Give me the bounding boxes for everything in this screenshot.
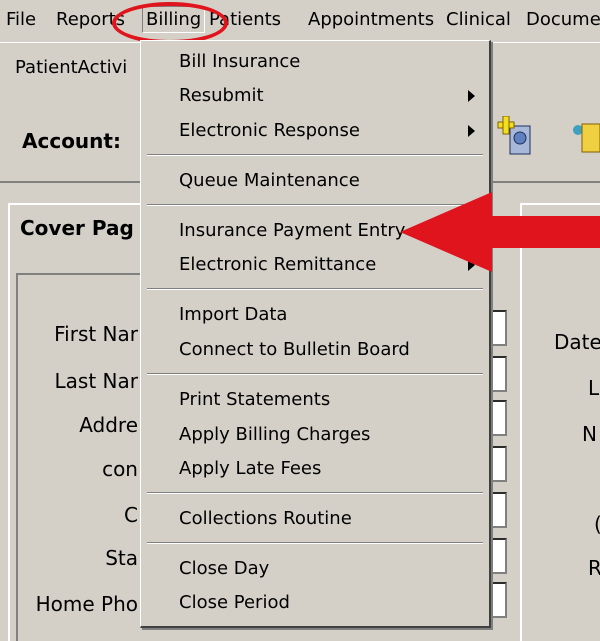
patient-info-icon[interactable] [572,116,600,160]
menu-item-bill-insurance[interactable]: Bill Insurance [179,51,300,72]
menu-item-queue-maintenance[interactable]: Queue Maintenance [179,170,360,191]
submenu-arrow-icon [468,125,475,137]
last-name-label: Last Nar [54,369,138,393]
menu-item-connect-bulletin-board[interactable]: Connect to Bulletin Board [179,339,410,360]
menu-item-resubmit[interactable]: Resubmit [179,85,264,106]
menu-documents[interactable]: Documen [526,9,600,30]
menubar: File Reports Billing Patients Appointmen… [0,0,600,43]
menu-separator [147,542,483,544]
menu-separator [147,373,483,375]
highlight-circle [112,2,228,44]
first-name-label: First Nar [54,322,138,346]
menu-item-collections-routine[interactable]: Collections Routine [179,508,352,529]
menu-item-import-data[interactable]: Import Data [179,304,287,325]
contact-label: con [102,457,138,481]
cover-page-title: Cover Pag [20,216,134,240]
menu-separator [147,492,483,494]
menu-item-apply-billing-charges[interactable]: Apply Billing Charges [179,424,370,445]
patient-add-icon[interactable] [496,115,540,160]
billing-dropdown-menu: Bill Insurance Resubmit Electronic Respo… [140,40,491,628]
account-label: Account: [22,129,121,153]
right-field-n-label: N [582,422,597,446]
right-field-paren-label: ( [594,512,600,536]
submenu-arrow-icon [468,90,475,102]
menu-separator [147,154,483,156]
tab-patient-activity[interactable]: PatientActivi [15,57,127,78]
menu-item-close-day[interactable]: Close Day [179,558,269,579]
red-arrow-annotation [400,192,600,272]
home-phone-label: Home Pho [35,592,138,616]
menu-item-print-statements[interactable]: Print Statements [179,389,330,410]
menu-item-apply-late-fees[interactable]: Apply Late Fees [179,458,321,479]
right-field-r-label: R [588,556,600,580]
city-label: C [124,503,138,527]
right-field-l-label: L [588,376,600,400]
date-label: Date [554,330,600,354]
menu-item-electronic-response[interactable]: Electronic Response [179,120,360,141]
menu-item-close-period[interactable]: Close Period [179,592,290,613]
menu-item-insurance-payment-entry[interactable]: Insurance Payment Entry [179,220,405,241]
menu-clinical[interactable]: Clinical [446,9,511,30]
menu-appointments[interactable]: Appointments [308,9,434,30]
state-label: Sta [105,546,138,570]
address-label: Addre [79,413,138,437]
menu-file[interactable]: File [6,9,36,30]
menu-separator [147,288,483,290]
menu-item-electronic-remittance[interactable]: Electronic Remittance [179,254,376,275]
